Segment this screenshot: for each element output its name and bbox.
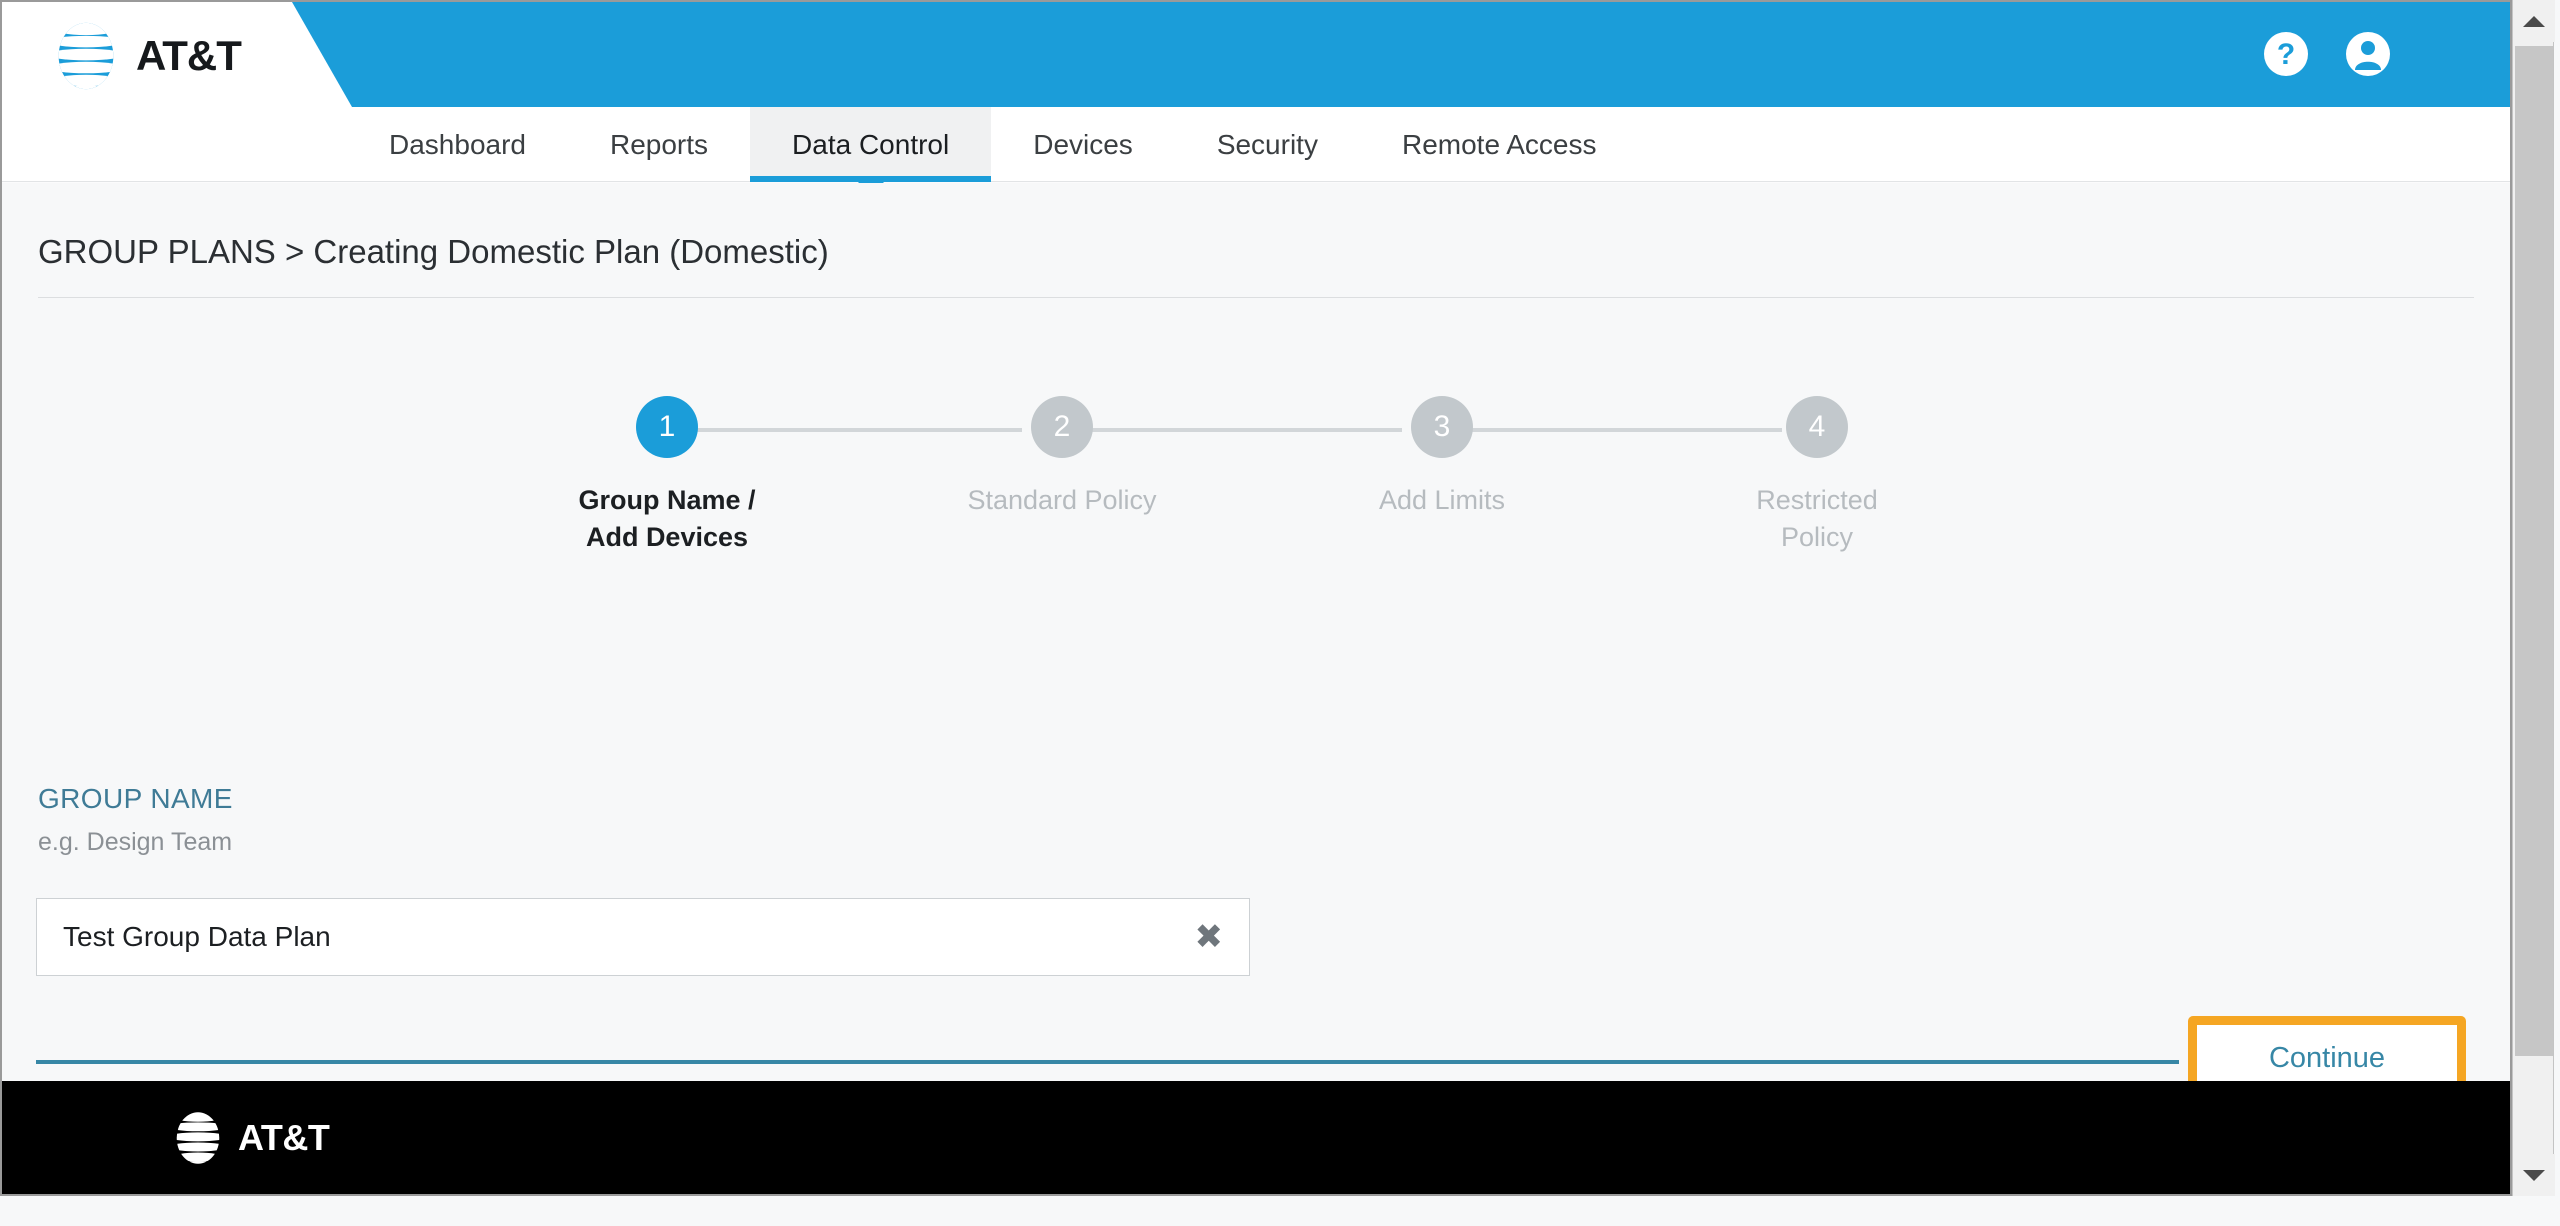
clear-x-icon[interactable]: ✖ <box>1195 920 1224 954</box>
app-root: AT&T ? Dashboard Reports Data Control De… <box>0 0 2560 1226</box>
main-navigation: Dashboard Reports Data Control Devices S… <box>2 107 2510 195</box>
step-label: Standard Policy <box>967 485 1157 515</box>
page-footer: AT&T <box>2 1081 2510 1194</box>
att-brand-logo[interactable]: AT&T <box>50 20 242 92</box>
step-number-badge: 3 <box>1411 396 1473 458</box>
header-icon-group: ? <box>2262 30 2392 78</box>
nav-label: Remote Access <box>1401 128 1597 160</box>
svg-text:?: ? <box>2277 38 2295 71</box>
step-number-badge: 4 <box>1786 396 1848 458</box>
breadcrumb: GROUP PLANS > Creating Domestic Plan (Do… <box>38 233 829 270</box>
wizard-step-3[interactable]: 3 Add Limits <box>1342 378 1542 519</box>
browser-window-frame: AT&T ? Dashboard Reports Data Control De… <box>0 0 2512 1196</box>
scroll-up-button[interactable] <box>2513 0 2555 42</box>
nav-label: Data Control <box>792 128 950 160</box>
page-content: GROUP PLANS > Creating Domestic Plan (Do… <box>2 183 2510 1194</box>
step-label: Group Name / Add Devices <box>578 485 756 553</box>
nav-item-reports[interactable]: Reports <box>568 107 750 182</box>
nav-label: Reports <box>609 128 709 160</box>
nav-item-dashboard[interactable]: Dashboard <box>347 107 568 182</box>
group-name-hint: e.g. Design Team <box>38 828 233 856</box>
nav-item-data-control[interactable]: Data Control <box>750 107 992 195</box>
vertical-scrollbar[interactable] <box>2512 0 2555 1196</box>
nav-label: Security <box>1216 128 1318 160</box>
step-label: Restricted Policy <box>1756 485 1878 553</box>
nav-label: Dashboard <box>389 128 526 160</box>
nav-label: Devices <box>1033 128 1133 160</box>
wizard-step-2[interactable]: 2 Standard Policy <box>962 378 1162 519</box>
top-header: AT&T ? <box>2 2 2510 107</box>
group-name-label: GROUP NAME <box>38 783 233 814</box>
wizard-stepper: 1 Group Name / Add Devices 2 Standard Po… <box>562 378 1878 578</box>
wizard-step-1[interactable]: 1 Group Name / Add Devices <box>567 378 767 557</box>
att-globe-icon <box>58 22 114 90</box>
group-name-input[interactable] <box>37 899 1249 975</box>
chevron-down-icon <box>2523 1169 2545 1181</box>
step-label: Add Limits <box>1378 485 1506 515</box>
breadcrumb-divider <box>38 297 2474 298</box>
account-circle-icon[interactable] <box>2344 30 2392 78</box>
chevron-up-icon <box>2523 15 2545 27</box>
att-logo-text: AT&T <box>136 32 242 79</box>
scroll-down-button[interactable] <box>2513 1154 2555 1196</box>
wizard-step-4[interactable]: 4 Restricted Policy <box>1717 378 1917 557</box>
nav-item-security[interactable]: Security <box>1175 107 1360 182</box>
att-globe-footer-icon <box>176 1111 220 1164</box>
footer-att-logo: AT&T <box>170 1110 330 1166</box>
nav-item-list: Dashboard Reports Data Control Devices S… <box>347 107 1639 195</box>
section-divider <box>36 1060 2179 1064</box>
nav-item-remote-access[interactable]: Remote Access <box>1360 107 1639 182</box>
nav-item-devices[interactable]: Devices <box>991 107 1175 182</box>
help-circle-icon[interactable]: ? <box>2262 30 2310 78</box>
scrollbar-thumb[interactable] <box>2515 46 2553 1056</box>
footer-logo-text: AT&T <box>238 1116 330 1158</box>
step-number-badge: 2 <box>1031 396 1093 458</box>
step-number-badge: 1 <box>636 396 698 458</box>
group-name-field-wrap: ✖ <box>36 898 1250 976</box>
